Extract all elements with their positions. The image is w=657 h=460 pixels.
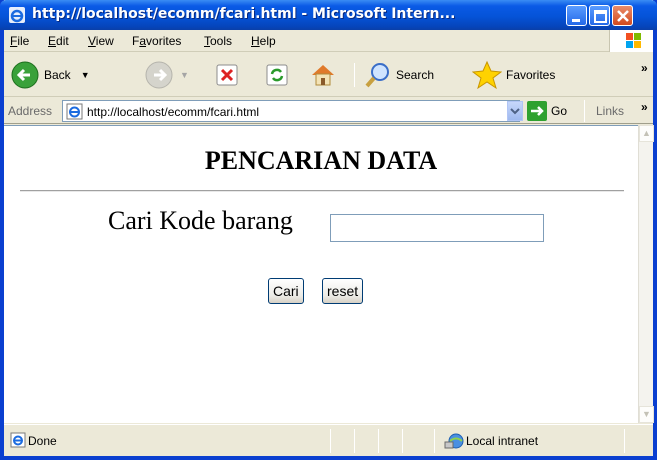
item-code-input[interactable] <box>330 214 544 242</box>
search-icon <box>365 63 389 88</box>
favorites-button[interactable]: Favorites <box>472 59 555 91</box>
search-label: Search <box>396 68 435 82</box>
chevron-down-icon <box>510 108 520 115</box>
home-icon <box>312 65 334 86</box>
standard-toolbar: Back ▼ ▼ Search Favorites » <box>4 53 653 97</box>
back-arrow-icon <box>11 61 39 89</box>
stop-icon <box>216 64 238 86</box>
minimize-button[interactable] <box>566 5 587 26</box>
menu-tools[interactable]: Tools <box>204 34 232 48</box>
address-dropdown-button[interactable] <box>507 101 523 121</box>
status-bar: Done Local intranet <box>4 424 653 456</box>
address-field[interactable]: http://localhost/ecomm/fcari.html <box>62 100 523 122</box>
maximize-button[interactable] <box>589 5 610 26</box>
menu-favorites[interactable]: Favorites <box>132 34 181 48</box>
scroll-up-icon[interactable]: ▲ <box>639 125 654 142</box>
address-separator <box>584 100 585 122</box>
menu-file[interactable]: File <box>10 34 29 48</box>
page-title: PENCARIAN DATA <box>204 146 438 175</box>
favorites-star-icon <box>472 60 502 90</box>
address-bar: Address http://localhost/ecomm/fcari.htm… <box>4 98 653 124</box>
menu-edit[interactable]: Edit <box>48 34 69 48</box>
vertical-scrollbar[interactable]: ▲ ▼ <box>638 125 654 423</box>
forward-arrow-icon <box>145 61 173 89</box>
status-text: Done <box>28 434 57 448</box>
back-dropdown-icon[interactable]: ▼ <box>81 70 90 80</box>
windows-logo <box>609 30 653 52</box>
forward-dropdown-icon[interactable]: ▼ <box>180 70 189 80</box>
status-separator <box>354 429 355 453</box>
window-title: http://localhost/ecomm/fcari.html - Micr… <box>32 6 456 22</box>
refresh-button[interactable] <box>264 59 290 91</box>
status-separator <box>434 429 435 453</box>
horizontal-rule <box>20 190 624 192</box>
refresh-icon <box>266 64 288 86</box>
windows-flag-icon <box>626 33 641 48</box>
menu-help[interactable]: Help <box>251 34 276 48</box>
menu-view[interactable]: View <box>88 34 114 48</box>
links-label[interactable]: Links <box>596 104 624 118</box>
close-button[interactable] <box>612 5 633 26</box>
title-bar[interactable]: http://localhost/ecomm/fcari.html - Micr… <box>0 0 657 30</box>
reset-button[interactable]: reset <box>322 278 364 304</box>
go-arrow-icon <box>527 101 547 121</box>
favorites-label: Favorites <box>506 68 556 82</box>
address-label: Address <box>8 104 53 118</box>
links-overflow-icon[interactable]: » <box>641 100 648 114</box>
scroll-down-icon[interactable]: ▼ <box>639 406 654 423</box>
minimize-icon <box>572 19 580 22</box>
search-code-label: Cari Kode barang <box>108 206 293 235</box>
page-content: PENCARIAN DATA Cari Kode barang Cari res… <box>4 125 638 423</box>
search-submit-button[interactable]: Cari <box>268 278 304 304</box>
ie-icon <box>9 7 25 23</box>
status-separator <box>624 429 625 453</box>
security-zone-text: Local intranet <box>466 434 539 448</box>
home-button[interactable] <box>308 59 338 91</box>
page-icon <box>66 103 83 120</box>
go-label: Go <box>551 104 568 118</box>
search-button[interactable]: Search <box>364 59 434 91</box>
menu-bar: File Edit View Favorites Tools Help <box>4 30 653 52</box>
browser-window: http://localhost/ecomm/fcari.html - Micr… <box>0 0 657 460</box>
back-button[interactable]: Back ▼ <box>10 59 90 91</box>
local-intranet-icon <box>444 433 464 449</box>
page-done-icon <box>10 432 26 448</box>
toolbar-separator <box>354 63 355 87</box>
status-separator <box>378 429 379 453</box>
status-separator <box>402 429 403 453</box>
close-icon <box>617 10 629 22</box>
go-button[interactable]: Go <box>527 101 567 121</box>
maximize-icon <box>594 10 607 23</box>
toolbar-overflow-icon[interactable]: » <box>641 61 648 75</box>
back-label: Back <box>44 68 71 82</box>
stop-button[interactable] <box>214 59 240 91</box>
address-url: http://localhost/ecomm/fcari.html <box>87 105 260 119</box>
forward-button[interactable]: ▼ <box>144 59 189 91</box>
status-separator <box>330 429 331 453</box>
